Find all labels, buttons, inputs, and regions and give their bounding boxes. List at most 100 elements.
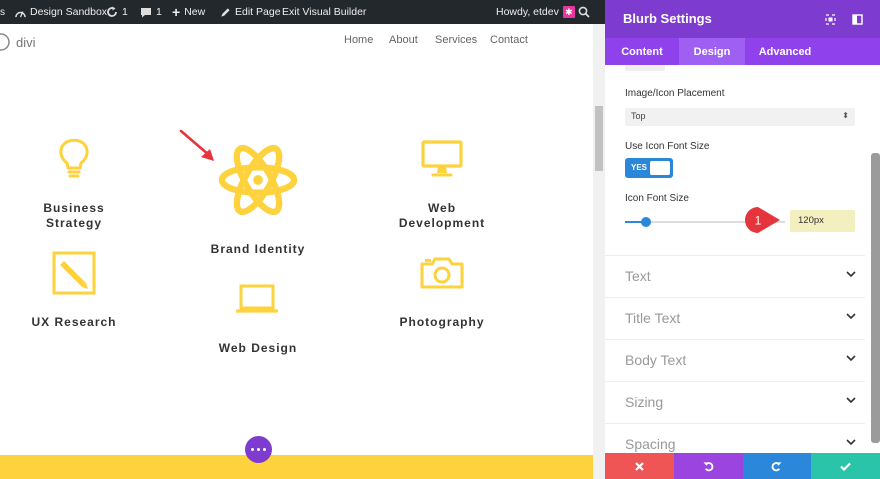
comments-icon bbox=[141, 7, 151, 17]
avatar: ✱ bbox=[562, 6, 575, 18]
icon-font-size-label: Icon Font Size bbox=[625, 193, 689, 204]
save-button[interactable] bbox=[811, 453, 880, 479]
blurb-title-web-design: Web Design bbox=[218, 341, 298, 355]
panel-footer bbox=[605, 453, 880, 479]
nav-contact[interactable]: Contact bbox=[490, 34, 528, 46]
updates-icon bbox=[107, 6, 117, 17]
admin-bar-site-link[interactable]: Design Sandbox bbox=[15, 0, 107, 24]
group-label: Text bbox=[625, 268, 651, 284]
panel-tabs: Content Design Advanced bbox=[605, 38, 880, 65]
toggle-knob bbox=[650, 161, 670, 175]
tab-content[interactable]: Content bbox=[605, 38, 679, 65]
admin-bar-comments[interactable]: 1 bbox=[140, 0, 162, 24]
page-preview: divi Home About Services Contact Busines… bbox=[0, 24, 593, 479]
slider-handle[interactable] bbox=[641, 217, 651, 227]
placement-value: Top bbox=[631, 111, 646, 121]
new-label: New bbox=[184, 6, 206, 18]
pencil-icon bbox=[52, 251, 96, 295]
next-section-band bbox=[0, 455, 593, 479]
blurb-title-photography: Photography bbox=[399, 315, 485, 329]
toggle-label: YES bbox=[631, 163, 648, 172]
lightbulb-icon bbox=[59, 138, 89, 178]
undo-button[interactable] bbox=[673, 453, 743, 479]
nav-about[interactable]: About bbox=[389, 34, 418, 46]
checkmark-icon bbox=[840, 462, 851, 471]
panel-header: Blurb Settings bbox=[605, 0, 880, 38]
placement-label: Image/Icon Placement bbox=[625, 88, 725, 99]
blurb-title-business-strategy: Business Strategy bbox=[43, 201, 105, 230]
select-arrows-icon: ⬍ bbox=[842, 111, 849, 120]
updates-count: 1 bbox=[122, 6, 128, 18]
group-label: Body Text bbox=[625, 352, 687, 368]
dot-icon bbox=[262, 447, 267, 452]
chevron-down-icon bbox=[846, 439, 856, 445]
add-section-button[interactable] bbox=[245, 436, 272, 463]
dot-icon bbox=[256, 447, 261, 452]
camera-icon bbox=[420, 257, 464, 289]
preview-scrollbar[interactable] bbox=[593, 24, 605, 479]
dot-icon bbox=[250, 447, 255, 452]
admin-bar-new[interactable]: + New bbox=[172, 0, 205, 24]
tab-advanced[interactable]: Advanced bbox=[745, 38, 825, 65]
nav-home[interactable]: Home bbox=[344, 34, 373, 46]
plus-icon: + bbox=[172, 4, 181, 20]
panel-scrollbar[interactable] bbox=[866, 65, 880, 453]
tab-design[interactable]: Design bbox=[679, 38, 745, 65]
group-body-text[interactable]: Body Text bbox=[605, 339, 865, 381]
redo-icon bbox=[772, 461, 782, 471]
cancel-button[interactable] bbox=[605, 453, 674, 479]
expand-icon[interactable] bbox=[825, 14, 836, 25]
wp-logo-icon: s bbox=[0, 6, 5, 18]
admin-bar-search[interactable] bbox=[578, 0, 590, 24]
close-icon bbox=[635, 461, 644, 471]
annotation-arrow-icon bbox=[179, 129, 214, 161]
site-name-label: Design Sandbox bbox=[30, 6, 108, 18]
monitor-icon bbox=[421, 140, 463, 177]
blurb-settings-panel: Blurb Settings Content Design Advanced I… bbox=[605, 0, 880, 479]
chevron-down-icon bbox=[846, 397, 856, 403]
admin-bar-account[interactable]: Howdy, etdev ✱ bbox=[496, 0, 575, 24]
panel-body: Image/Icon Placement Top ⬍ Use Icon Font… bbox=[605, 65, 880, 453]
site-logo[interactable]: divi bbox=[0, 32, 36, 52]
comments-count: 1 bbox=[156, 6, 162, 18]
icon-font-size-input[interactable]: 120px bbox=[790, 210, 855, 232]
use-icon-font-size-toggle[interactable]: YES bbox=[625, 158, 673, 178]
panel-title: Blurb Settings bbox=[623, 11, 712, 26]
group-label: Title Text bbox=[625, 310, 681, 326]
panel-scrollbar-thumb[interactable] bbox=[871, 153, 880, 443]
group-sizing[interactable]: Sizing bbox=[605, 381, 865, 423]
howdy-label: Howdy, etdev bbox=[496, 6, 559, 18]
chevron-down-icon bbox=[846, 355, 856, 361]
dashboard-icon bbox=[15, 10, 26, 17]
sidebar-toggle-icon[interactable] bbox=[852, 14, 863, 25]
blurb-title-web-development: Web Development bbox=[398, 201, 486, 230]
use-icon-font-size-label: Use Icon Font Size bbox=[625, 141, 710, 152]
undo-icon bbox=[703, 461, 713, 471]
admin-bar-edit-page[interactable]: Edit Page bbox=[220, 0, 281, 24]
blurb-title-ux-research: UX Research bbox=[31, 315, 117, 329]
redo-button[interactable] bbox=[742, 453, 812, 479]
laptop-icon bbox=[236, 284, 278, 313]
preview-scrollbar-thumb[interactable] bbox=[595, 106, 603, 171]
logo-text: divi bbox=[16, 34, 36, 50]
divi-logo-icon bbox=[0, 33, 10, 51]
admin-bar-updates[interactable]: 1 bbox=[106, 0, 128, 24]
pencil-edit-icon bbox=[221, 7, 230, 17]
admin-bar-exit-builder[interactable]: Exit Visual Builder bbox=[282, 0, 366, 24]
group-label: Sizing bbox=[625, 394, 664, 410]
group-text[interactable]: Text bbox=[605, 255, 865, 297]
group-label: Spacing bbox=[625, 436, 676, 452]
edit-page-label: Edit Page bbox=[235, 6, 281, 18]
blurb-title-brand-identity: Brand Identity bbox=[210, 242, 306, 256]
placement-select[interactable]: Top ⬍ bbox=[625, 108, 855, 126]
group-spacing[interactable]: Spacing bbox=[605, 423, 865, 453]
search-icon bbox=[578, 6, 590, 18]
nav-services[interactable]: Services bbox=[435, 34, 477, 46]
admin-bar-wp-menu[interactable]: s bbox=[0, 0, 5, 24]
group-title-text[interactable]: Title Text bbox=[605, 297, 865, 339]
atom-icon bbox=[219, 144, 297, 216]
admin-bar: s Design Sandbox 1 1 + New Edit Page Exi… bbox=[0, 0, 605, 24]
chevron-down-icon bbox=[846, 313, 856, 319]
exit-builder-label: Exit Visual Builder bbox=[282, 6, 367, 18]
previous-field-edge bbox=[625, 65, 665, 71]
